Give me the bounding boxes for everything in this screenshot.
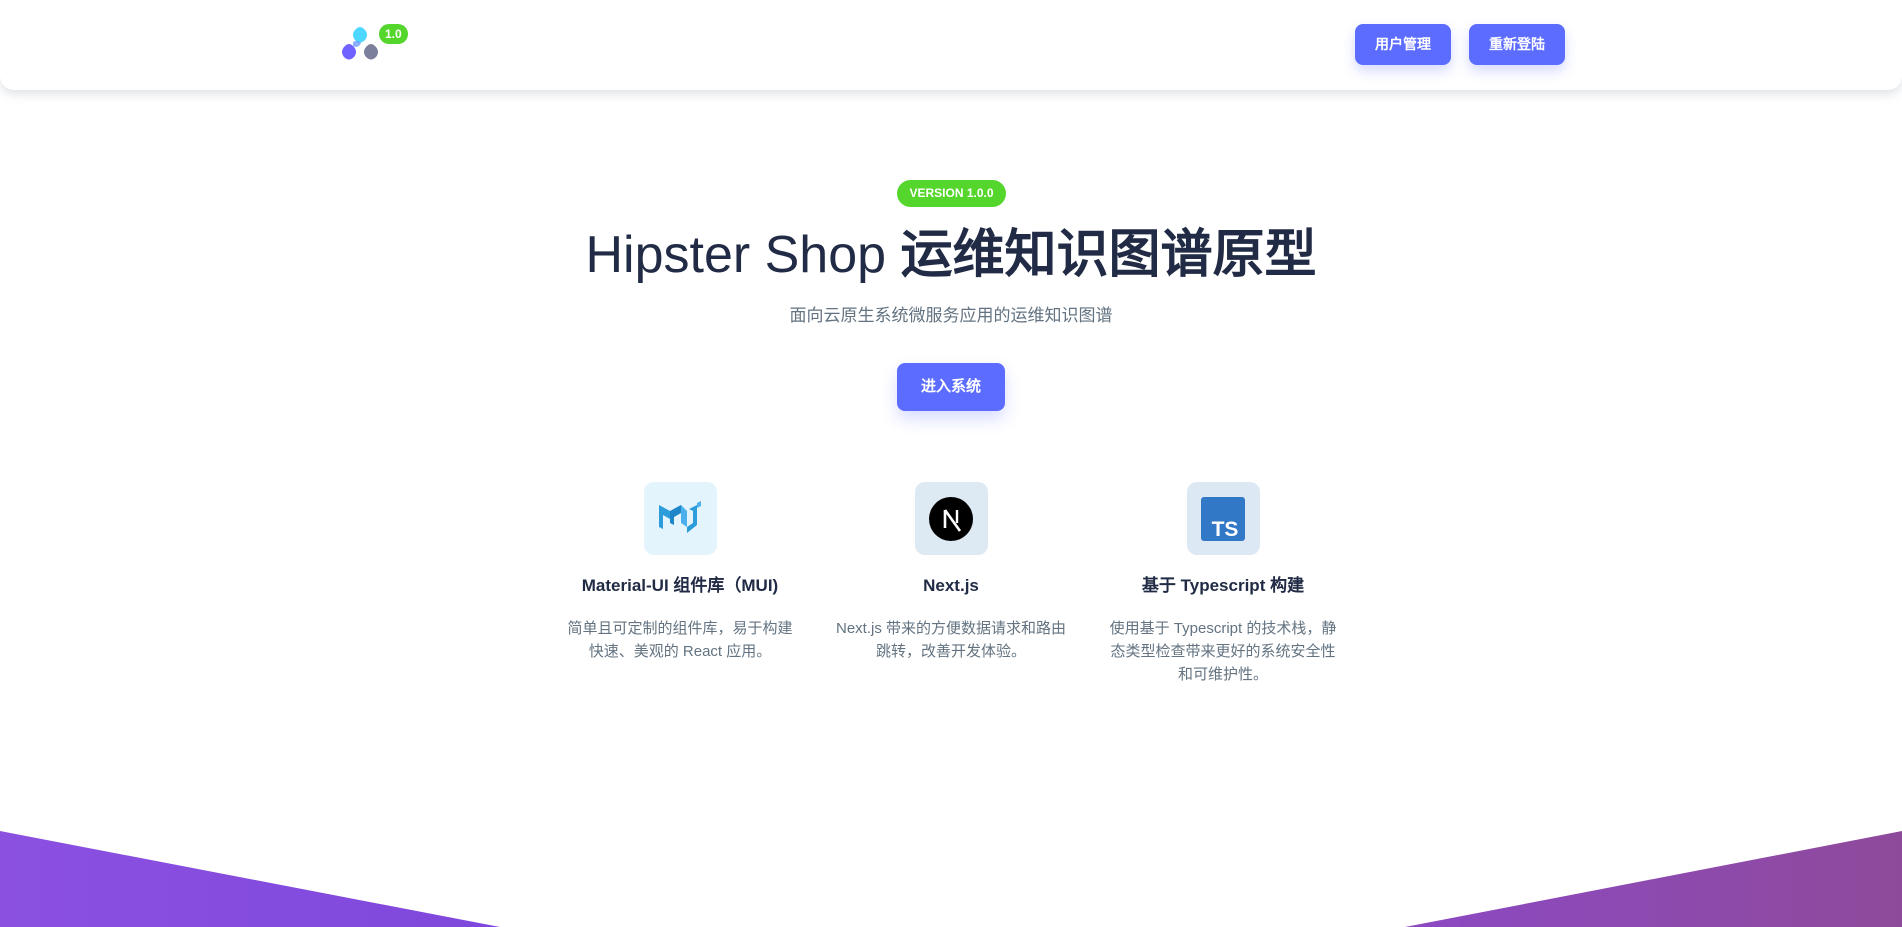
feature-description: Next.js 带来的方便数据请求和路由跳转，改善开发体验。 bbox=[835, 620, 1066, 660]
nextjs-logo-icon bbox=[914, 482, 988, 555]
page-title-en: Hipster Shop bbox=[585, 226, 901, 284]
feature-title: 基于 Typescript 构建 bbox=[1141, 576, 1305, 595]
mui-logo-icon bbox=[643, 482, 717, 555]
typescript-logo-icon: TS bbox=[1186, 482, 1260, 555]
feature-card-nextjs: Next.js Next.js 带来的方便数据请求和路由跳转，改善开发体验。 bbox=[826, 482, 1076, 663]
feature-description: 使用基于 Typescript 的技术栈，静态类型检查带来更好的系统安全性和可维… bbox=[1109, 620, 1337, 683]
version-badge: VERSION 1.0.0 bbox=[897, 180, 1006, 207]
app-header: 1.0 用户管理 重新登陆 bbox=[0, 0, 1902, 90]
feature-description: 简单且可定制的组件库，易于构建快速、美观的 React 应用。 bbox=[567, 620, 793, 660]
app-logo[interactable]: 1.0 bbox=[339, 22, 409, 64]
feature-card-mui: Material-UI 组件库（MUI) 简单且可定制的组件库，易于构建快速、美… bbox=[555, 482, 805, 663]
feature-card-typescript: TS 基于 Typescript 构建 使用基于 Typescript 的技术栈… bbox=[1098, 482, 1348, 686]
feature-title: Next.js bbox=[923, 576, 979, 595]
landing-page: 1.0 用户管理 重新登陆 VERSION 1.0.0 Hipster Shop… bbox=[0, 0, 1902, 927]
user-management-button[interactable]: 用户管理 bbox=[1355, 24, 1451, 65]
feature-title: Material-UI 组件库（MUI) bbox=[581, 576, 779, 595]
page-title: Hipster Shop 运维知识图谱原型 bbox=[0, 222, 1902, 288]
relogin-button[interactable]: 重新登陆 bbox=[1469, 24, 1565, 65]
enter-system-button[interactable]: 进入系统 bbox=[897, 363, 1005, 411]
logo-version-badge: 1.0 bbox=[379, 24, 408, 44]
svg-text:TS: TS bbox=[1212, 518, 1239, 541]
page-title-cn: 运维知识图谱原型 bbox=[900, 226, 1317, 284]
page-subtitle: 面向云原生系统微服务应用的运维知识图谱 bbox=[789, 306, 1113, 325]
bottom-gradient-decoration bbox=[0, 831, 1902, 927]
